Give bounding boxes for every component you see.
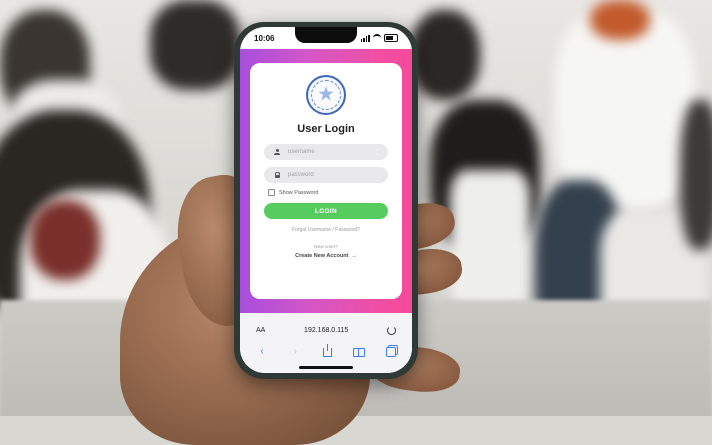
create-account-link[interactable]: Create New Account → bbox=[295, 253, 357, 259]
lock-icon bbox=[274, 172, 280, 178]
login-page-background: ★ User Login Show Password LOGIN Forgot … bbox=[240, 49, 412, 313]
login-card: ★ User Login Show Password LOGIN Forgot … bbox=[250, 63, 402, 299]
new-user-text: New User? bbox=[314, 245, 338, 250]
forgot-credentials-link[interactable]: Forgot Username / Password? bbox=[292, 227, 360, 233]
user-icon bbox=[274, 149, 280, 155]
password-input[interactable] bbox=[288, 172, 373, 178]
tabs-icon[interactable] bbox=[386, 347, 396, 357]
show-password-checkbox[interactable] bbox=[268, 189, 275, 196]
arrow-right-icon: → bbox=[351, 253, 357, 259]
browser-chrome: AA 192.168.0.115 ‹ › bbox=[240, 313, 412, 373]
share-icon[interactable] bbox=[322, 343, 332, 357]
bookmarks-icon[interactable] bbox=[352, 347, 365, 357]
wifi-icon bbox=[373, 34, 381, 42]
forward-icon[interactable]: › bbox=[289, 347, 301, 357]
reload-icon[interactable] bbox=[387, 325, 396, 335]
battery-icon bbox=[384, 34, 398, 42]
phone-notch bbox=[295, 27, 357, 43]
username-input[interactable] bbox=[288, 149, 373, 155]
home-indicator bbox=[299, 366, 353, 369]
username-field[interactable] bbox=[264, 144, 388, 160]
signal-icon bbox=[360, 34, 370, 42]
back-icon[interactable]: ‹ bbox=[256, 347, 268, 357]
status-time: 10:06 bbox=[254, 33, 275, 43]
address-bar[interactable]: AA 192.168.0.115 bbox=[250, 321, 402, 339]
phone-screen: 10:06 ★ User Login username Show Passwor… bbox=[240, 27, 412, 373]
show-password-label: Show Password bbox=[279, 189, 319, 196]
smartphone: 10:06 ★ User Login username Show Passwor… bbox=[234, 22, 418, 379]
login-title: User Login bbox=[297, 123, 355, 135]
show-password-row[interactable]: Show Password bbox=[264, 189, 388, 196]
logo-star-icon: ★ bbox=[317, 83, 335, 106]
browser-toolbar: ‹ › bbox=[250, 343, 402, 359]
text-size-button[interactable]: AA bbox=[256, 327, 265, 334]
url-text[interactable]: 192.168.0.115 bbox=[304, 327, 348, 334]
create-account-label: Create New Account bbox=[295, 253, 349, 259]
login-button[interactable]: LOGIN bbox=[264, 203, 388, 219]
password-field[interactable] bbox=[264, 167, 388, 183]
school-logo: ★ bbox=[306, 75, 346, 115]
